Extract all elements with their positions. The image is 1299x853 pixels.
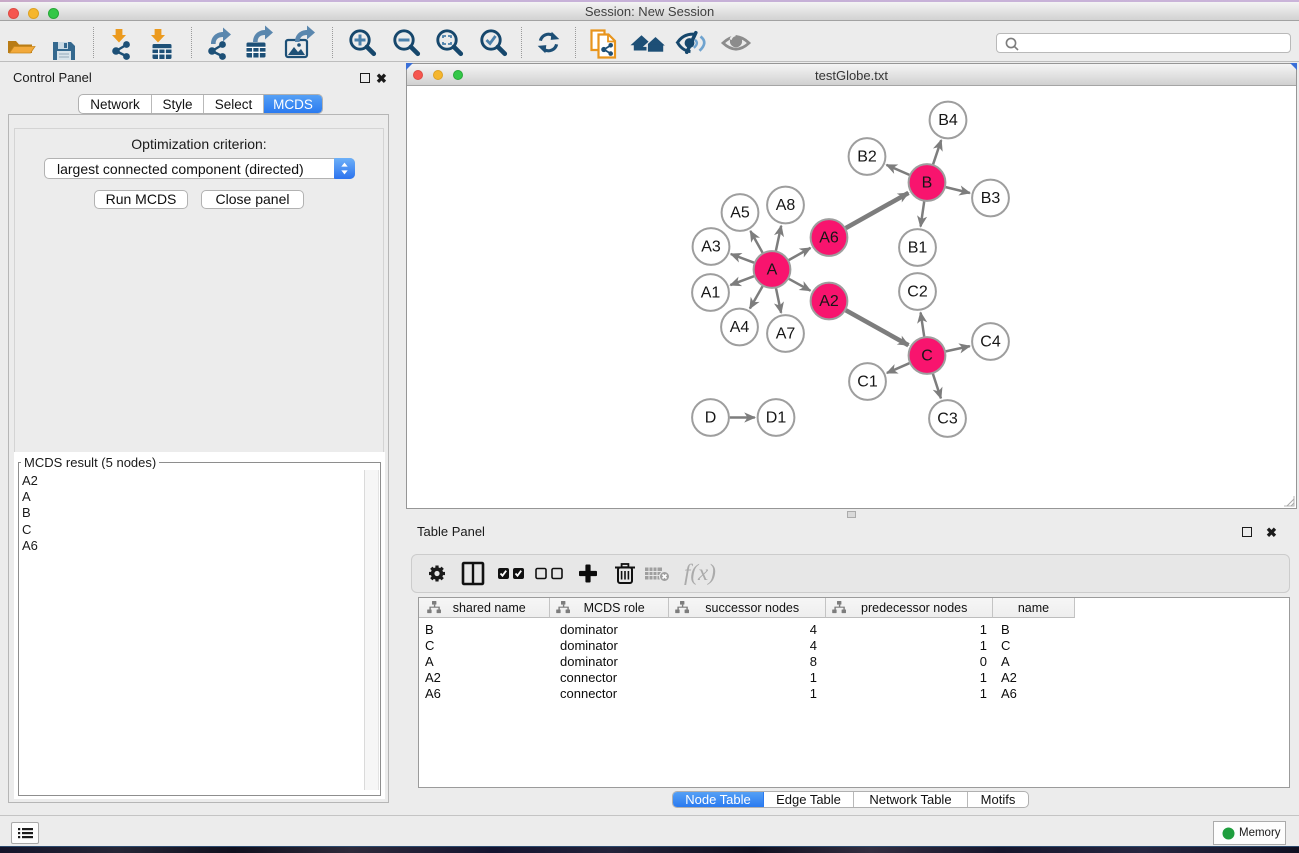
svg-text:B3: B3 <box>981 190 1001 207</box>
svg-text:A8: A8 <box>776 197 796 214</box>
svg-text:A7: A7 <box>776 326 796 343</box>
svg-text:f(x): f(x) <box>684 560 716 585</box>
svg-text:D: D <box>705 410 717 427</box>
svg-text:B1: B1 <box>908 240 928 257</box>
svg-text:A1: A1 <box>701 285 721 302</box>
svg-text:B4: B4 <box>938 112 958 129</box>
svg-text:A2: A2 <box>819 293 839 310</box>
svg-text:A6: A6 <box>819 230 839 247</box>
svg-text:D1: D1 <box>766 410 787 427</box>
svg-text:A3: A3 <box>701 239 721 256</box>
svg-text:C2: C2 <box>907 284 928 301</box>
svg-text:C1: C1 <box>857 374 878 391</box>
svg-text:C: C <box>921 348 933 365</box>
svg-text:A: A <box>767 262 778 279</box>
svg-text:C3: C3 <box>937 411 958 428</box>
svg-text:B: B <box>922 175 933 192</box>
svg-text:A4: A4 <box>730 319 750 336</box>
svg-text:B2: B2 <box>857 149 877 166</box>
svg-text:C4: C4 <box>980 334 1001 351</box>
svg-text:A5: A5 <box>730 205 750 222</box>
